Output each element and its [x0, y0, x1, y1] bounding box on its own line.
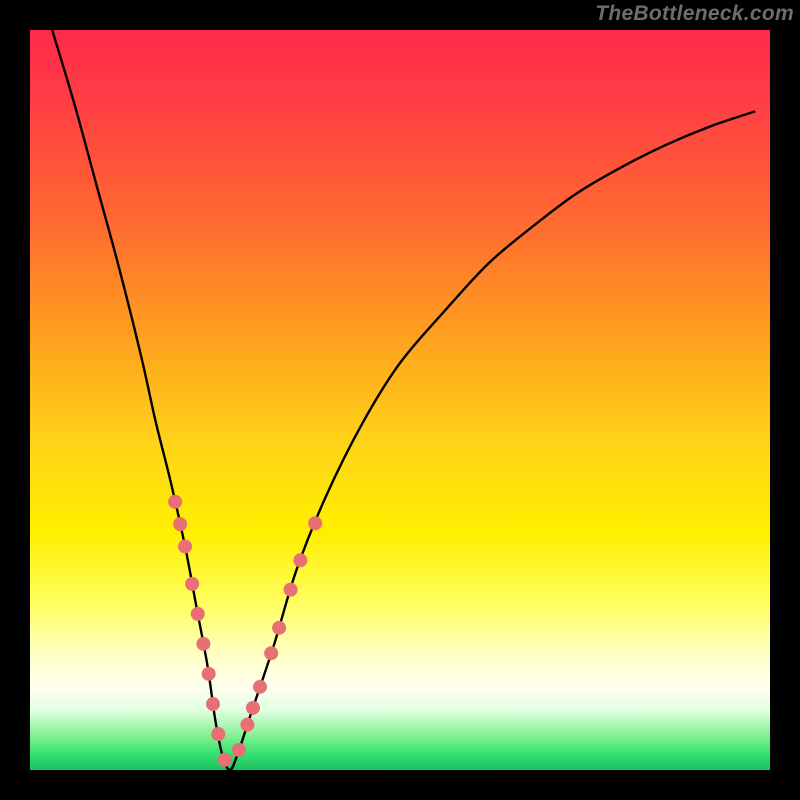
curve-layer: [0, 0, 800, 800]
marker-dot: [196, 637, 210, 651]
marker-dot: [232, 743, 246, 757]
marker-dot: [173, 517, 187, 531]
marker-dot: [264, 646, 278, 660]
marker-dot: [178, 539, 192, 553]
marker-dot: [206, 697, 220, 711]
marker-dot: [202, 667, 216, 681]
marker-dot: [218, 753, 232, 767]
marker-dot: [308, 516, 322, 530]
marker-dot: [246, 701, 260, 715]
marker-dot: [211, 727, 225, 741]
marker-dot: [293, 553, 307, 567]
marker-dot: [253, 680, 267, 694]
marker-dot: [240, 718, 254, 732]
bottleneck-curve: [52, 30, 755, 770]
marker-dot: [191, 607, 205, 621]
marker-dot: [168, 495, 182, 509]
marker-dot: [185, 577, 199, 591]
marker-dot: [272, 621, 286, 635]
marker-dot: [284, 583, 298, 597]
